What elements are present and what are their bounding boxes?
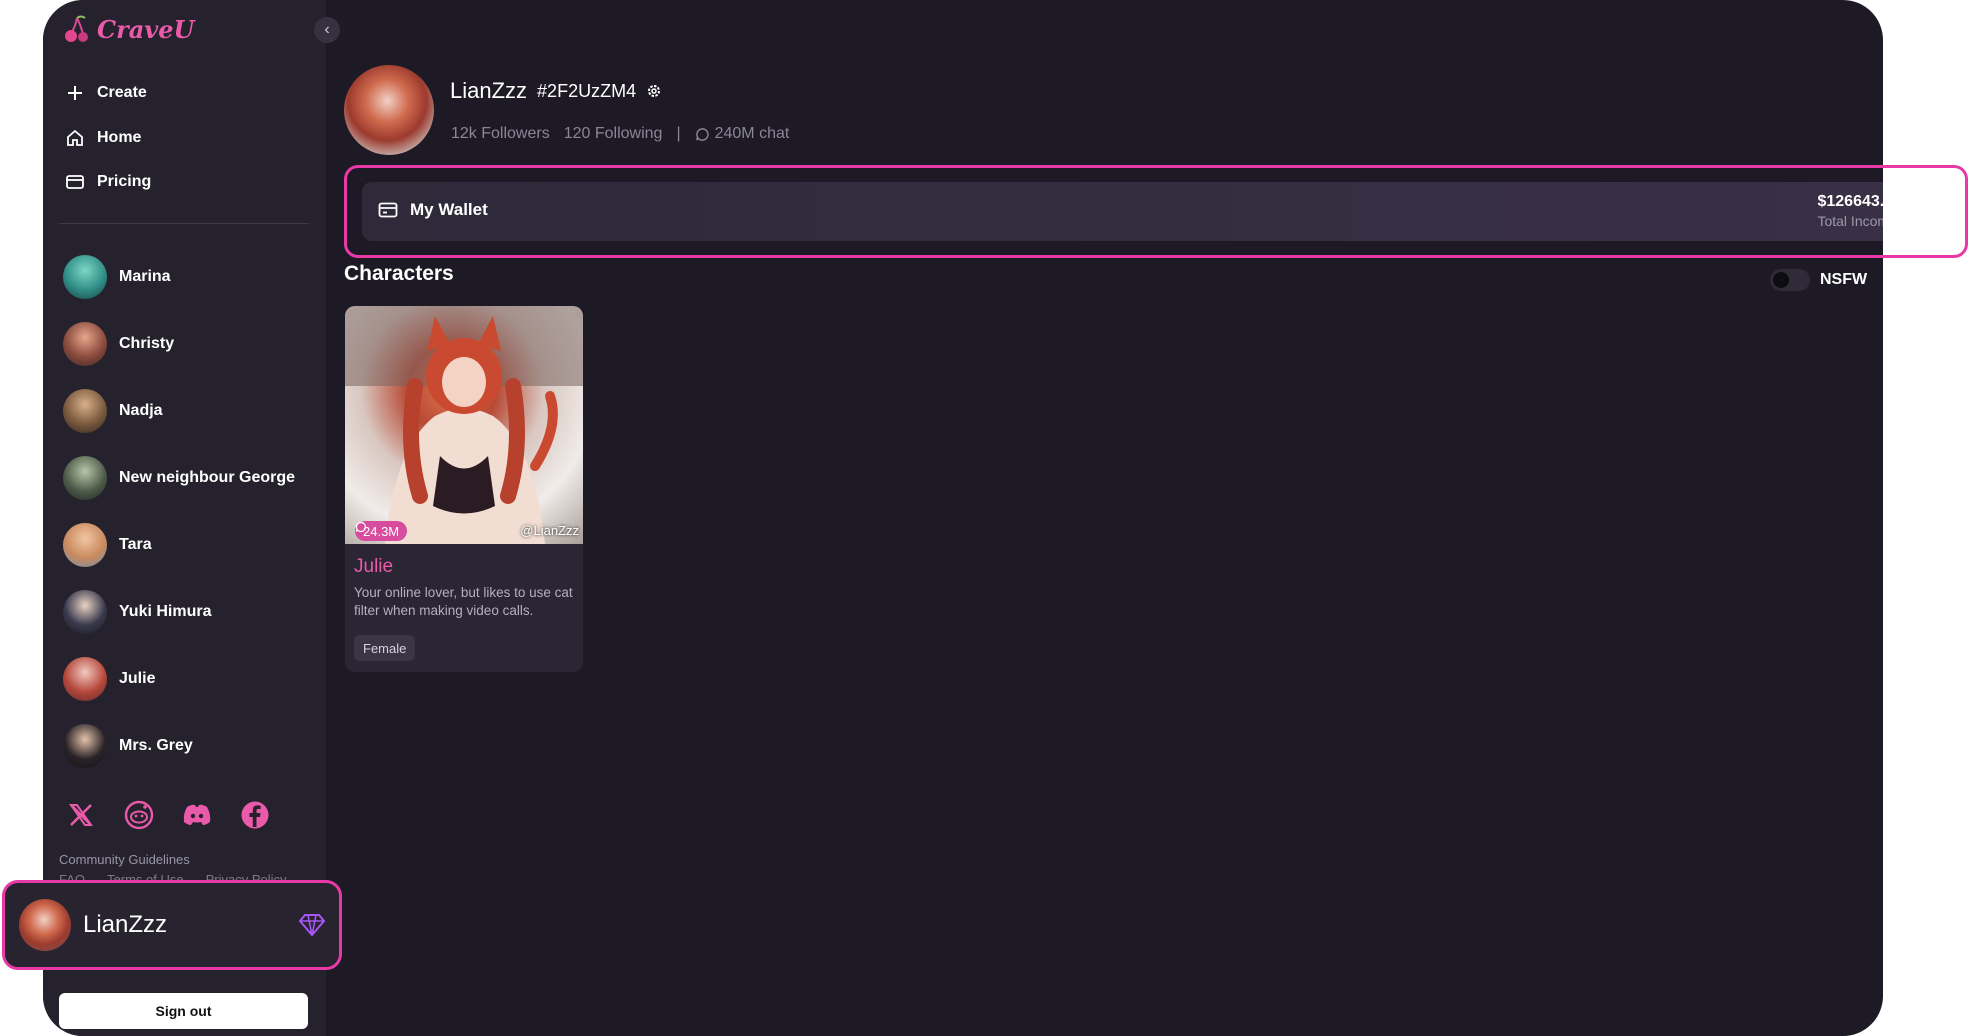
avatar [63,656,107,701]
sidebar-character-item[interactable]: Marina [63,243,313,310]
sidebar-character-item[interactable]: Julie [63,645,313,712]
profile-name: LianZzz [450,78,528,103]
character-name: Yuki Himura [119,602,212,620]
nsfw-label: NSFW [1820,271,1868,288]
characters-title: Characters [344,262,454,285]
avatar [63,455,107,500]
sidebar-divider [59,223,309,224]
sidebar-character-list: Marina Christy Nadja New neighbour Georg… [63,243,313,785]
character-name: Tara [119,535,152,553]
chat-count-label: 240M chat [714,125,790,142]
profile-code: #2F2UzZM4 [537,80,637,101]
social-links [65,799,271,831]
card-tag: Female [354,635,416,661]
character-card[interactable]: 24.3M @LianZzz Julie Your online lover, … [345,306,583,672]
sidebar-character-item[interactable]: Yuki Himura [63,578,313,645]
profile-stats: 12k Followers 120 Following | 240M chat [451,125,789,143]
footer-links-row: FAQ Terms of Use Privacy Policy [59,870,287,880]
chevron-left-icon: ‹ [324,21,330,38]
faq-link[interactable]: FAQ [59,870,85,880]
avatar [63,388,107,433]
facebook-icon[interactable] [239,799,271,831]
nav-create[interactable]: Create [65,83,147,103]
sign-out-button[interactable]: Sign out [59,993,308,1029]
diamond-icon[interactable] [299,913,325,937]
home-icon [67,129,83,146]
character-name: Mrs. Grey [119,736,193,754]
character-name: Marina [119,267,171,285]
plus-icon [68,86,82,100]
cherry-logo-icon [65,15,88,42]
chat-bubble-icon [695,127,709,141]
nsfw-toggle-group: NSFW [1770,269,1867,291]
terms-link[interactable]: Terms of Use [107,870,184,880]
avatar [63,254,107,299]
card-description: Your online lover, but likes to use cat … [354,585,573,618]
nav-pricing[interactable]: Pricing [65,172,151,192]
chat-count: 240M chat [695,125,790,143]
reddit-icon[interactable] [123,799,155,831]
sidebar-character-item[interactable]: Mrs. Grey [63,712,313,779]
gear-icon[interactable] [646,83,662,99]
following-count[interactable]: 120 Following [564,125,663,143]
nav-create-label: Create [97,84,147,101]
user-name: LianZzz [83,911,168,938]
card-chat-count: 24.3M [363,523,400,539]
privacy-link[interactable]: Privacy Policy [206,870,287,880]
avatar [63,522,107,567]
nav-home[interactable]: Home [65,128,141,148]
wallet-highlight [344,165,1968,258]
avatar [19,899,71,951]
card-icon [66,175,84,189]
community-guidelines-link[interactable]: Community Guidelines [59,850,287,870]
collapse-sidebar-button[interactable]: ‹ [314,17,340,43]
character-illustration [345,306,583,544]
avatar [63,723,107,768]
card-owner[interactable]: @LianZzz [520,523,579,538]
nsfw-toggle[interactable] [1770,269,1810,291]
sidebar-character-item[interactable]: Tara [63,511,313,578]
avatar [63,321,107,366]
profile-avatar [344,65,434,155]
footer-links: Community Guidelines FAQ Terms of Use Pr… [59,850,287,880]
character-name: Julie [119,669,156,687]
card-character-name: Julie [354,556,394,577]
character-name: Christy [119,334,175,352]
character-image: 24.3M @LianZzz [345,306,583,544]
stats-separator: | [676,125,681,142]
logo-text: CraveU [97,14,195,44]
logo[interactable]: CraveU [63,14,194,44]
avatar [63,589,107,634]
followers-count[interactable]: 12k Followers [451,125,550,143]
profile-name-row: LianZzz #2F2UzZM4 [450,78,662,104]
discord-icon[interactable] [181,799,213,831]
chat-bubble-icon [355,521,366,533]
sidebar-character-item[interactable]: New neighbour George [63,444,313,511]
character-name: New neighbour George [119,468,296,486]
card-chat-badge: 24.3M [355,521,408,541]
character-name: Nadja [119,401,163,419]
sidebar-character-item[interactable]: Nadja [63,377,313,444]
user-profile-card[interactable]: LianZzz [2,880,342,970]
nav-home-label: Home [97,129,142,146]
sidebar-character-item[interactable]: Christy [63,310,313,377]
x-icon[interactable] [65,799,97,831]
nav-pricing-label: Pricing [97,173,152,190]
